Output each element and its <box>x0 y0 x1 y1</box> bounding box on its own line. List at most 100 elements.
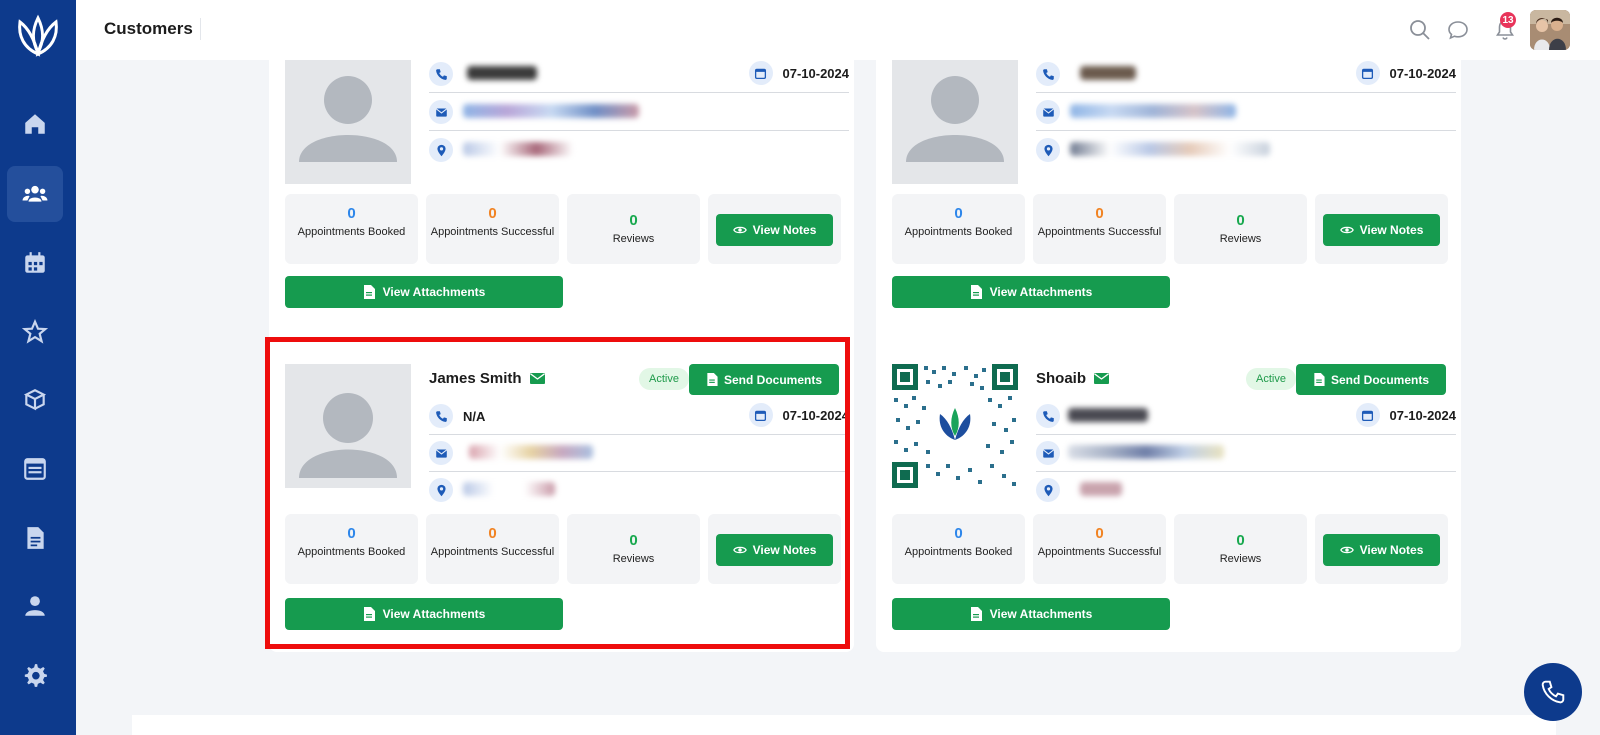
stat-value: 0 <box>1236 532 1245 549</box>
address-row <box>1036 472 1456 509</box>
calendar-icon <box>1355 403 1380 427</box>
date-created: 07-10-2024 <box>748 61 850 85</box>
sidebar-item-profile[interactable] <box>7 578 63 634</box>
phone-icon <box>429 62 453 86</box>
date-created: 07-10-2024 <box>1355 61 1456 85</box>
call-button[interactable] <box>1524 663 1582 721</box>
customer-grid: 07-10-2024 0 Appointments Booked 0 Appoi… <box>76 60 1600 735</box>
calendar-icon <box>25 252 45 273</box>
phone-row: 07-10-2024 <box>429 60 849 93</box>
stat-value: 0 <box>629 212 638 229</box>
stat-label: Appointments Booked <box>297 226 406 238</box>
redacted-phone <box>467 66 537 80</box>
customer-name: Shoaib <box>1036 370 1087 387</box>
file-icon <box>970 607 982 621</box>
view-attachments-button[interactable]: View Attachments <box>285 598 563 630</box>
bottom-panel <box>132 715 1556 735</box>
status-badge: Active <box>1246 368 1296 390</box>
redacted-address <box>463 482 555 496</box>
sidebar-item-reviews[interactable] <box>7 304 63 360</box>
redacted-phone <box>1080 66 1136 80</box>
location-icon <box>1036 138 1060 162</box>
sidebar <box>0 0 76 735</box>
file-icon <box>363 285 375 299</box>
sidebar-item-settings[interactable] <box>7 647 63 703</box>
customer-card: 07-10-2024 0 Appointments Booked 0 Appoi… <box>876 60 1461 378</box>
eye-icon <box>1339 226 1354 234</box>
calendar-icon <box>748 403 773 427</box>
file-icon <box>363 607 375 621</box>
envelope-icon[interactable] <box>529 373 545 384</box>
stat-value: 0 <box>1236 212 1245 229</box>
redacted-address <box>463 142 573 156</box>
date-text: 07-10-2024 <box>1389 407 1457 423</box>
stat-appointments-successful: 0 Appointments Successful <box>426 194 559 264</box>
phone-text: N/A <box>463 409 486 424</box>
qr-code-icon <box>892 364 1018 488</box>
stat-appointments-successful: 0 Appointments Successful <box>1033 194 1166 264</box>
view-notes-button[interactable]: View Notes <box>716 534 833 566</box>
box-icon <box>23 389 47 411</box>
stat-label: Appointments Successful <box>430 226 555 238</box>
phone-row: 07-10-2024 <box>1036 398 1456 435</box>
email-icon <box>429 441 453 465</box>
brand-logo[interactable] <box>14 14 62 58</box>
stat-value: 0 <box>488 525 497 542</box>
avatar[interactable] <box>1530 10 1570 50</box>
phone-row: 07-10-2024 <box>1036 60 1456 93</box>
file-icon <box>970 285 982 299</box>
view-attachments-button[interactable]: View Attachments <box>892 598 1170 630</box>
sidebar-item-customers[interactable] <box>7 166 63 222</box>
sidebar-item-services[interactable] <box>7 372 63 428</box>
sidebar-item-board[interactable] <box>7 441 63 497</box>
user-placeholder-icon <box>299 76 397 162</box>
customer-photo <box>285 60 411 184</box>
view-attachments-button[interactable]: View Attachments <box>892 276 1170 308</box>
stat-value: 0 <box>1095 525 1104 542</box>
view-notes-button[interactable]: View Notes <box>716 214 833 246</box>
email-row <box>1036 435 1456 472</box>
board-icon <box>24 458 46 480</box>
view-attachments-button[interactable]: View Attachments <box>285 276 563 308</box>
date-created: 07-10-2024 <box>748 403 849 427</box>
search-icon[interactable] <box>1408 18 1432 42</box>
stat-label: Appointments Booked <box>904 226 1013 238</box>
stat-appointments-successful: 0 Appointments Successful <box>1033 514 1166 584</box>
eye-icon <box>732 226 747 234</box>
customer-name-row: Shoaib <box>1036 370 1110 387</box>
stat-value: 0 <box>954 205 963 222</box>
sidebar-item-calendar[interactable] <box>7 235 63 291</box>
address-row <box>429 132 849 169</box>
star-icon <box>22 319 48 344</box>
envelope-icon[interactable] <box>1094 373 1110 384</box>
stat-appointments-booked: 0 Appointments Booked <box>892 194 1025 264</box>
email-row <box>429 94 849 131</box>
email-icon <box>1036 100 1060 124</box>
redacted-email <box>469 445 593 459</box>
top-header: Customers <box>76 0 1600 60</box>
customer-photo <box>285 364 411 488</box>
chat-icon[interactable] <box>1446 18 1470 42</box>
user-placeholder-icon <box>299 393 397 478</box>
customer-card-shoaib: Shoaib Active Send Documents 07-10-2024 … <box>876 348 1461 652</box>
send-documents-button[interactable]: Send Documents <box>1296 364 1446 395</box>
home-icon <box>25 114 45 134</box>
date-text: 07-10-2024 <box>782 65 850 81</box>
stat-value: 0 <box>954 525 963 542</box>
stat-label: Reviews <box>612 553 655 565</box>
stat-appointments-booked: 0 Appointments Booked <box>285 514 418 584</box>
stat-value: 0 <box>347 205 356 222</box>
view-notes-button[interactable]: View Notes <box>1323 214 1440 246</box>
view-notes-button[interactable]: View Notes <box>1323 534 1440 566</box>
stat-appointments-booked: 0 Appointments Booked <box>285 194 418 264</box>
customer-name-row: James Smith <box>429 370 545 387</box>
calendar-icon <box>748 61 773 85</box>
sidebar-item-home[interactable] <box>7 96 63 152</box>
customer-photo <box>892 60 1018 184</box>
sidebar-item-documents[interactable] <box>7 510 63 566</box>
stat-label: Appointments Booked <box>904 546 1013 558</box>
stat-label: Appointments Successful <box>1037 226 1162 238</box>
phone-icon <box>1036 62 1060 86</box>
send-documents-button[interactable]: Send Documents <box>689 364 839 395</box>
stat-reviews: 0 Reviews <box>1174 514 1307 584</box>
